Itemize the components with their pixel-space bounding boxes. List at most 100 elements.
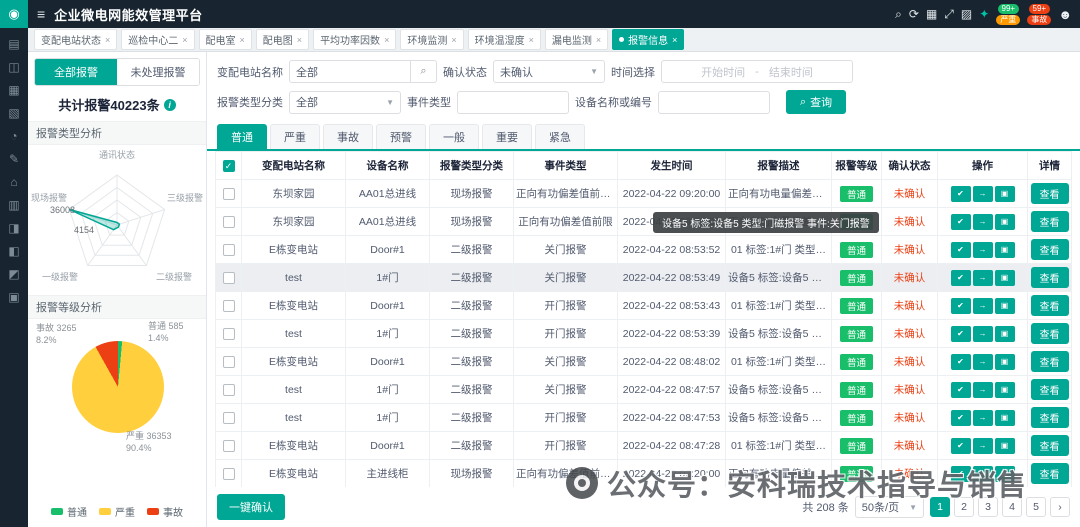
table-row[interactable]: test 1#门 二级报警 开门报警 2022-04-22 08:53:39 设备5 标签…: [215, 319, 1072, 348]
device-name-input[interactable]: [658, 90, 770, 114]
confirm-action-button[interactable]: ✔: [950, 437, 971, 454]
confirm-action-button[interactable]: ✔: [950, 409, 971, 426]
sidebar-icon-energy[interactable]: ◩: [8, 268, 19, 280]
view-detail-button[interactable]: 查看: [1030, 267, 1069, 288]
record-action-button[interactable]: ▣: [994, 213, 1015, 230]
goto-action-button[interactable]: →: [972, 325, 993, 342]
nav-tab[interactable]: 平均功率因数 ×: [313, 29, 397, 50]
page-button-4[interactable]: 4: [1002, 497, 1022, 517]
view-detail-button[interactable]: 查看: [1030, 323, 1069, 344]
goto-action-button[interactable]: →: [972, 465, 993, 482]
row-checkbox[interactable]: [222, 327, 235, 340]
record-action-button[interactable]: ▣: [994, 325, 1015, 342]
goto-action-button[interactable]: →: [972, 409, 993, 426]
category-tab-普通[interactable]: 普通: [217, 124, 267, 149]
sidebar-icon-device[interactable]: ◧: [8, 245, 19, 257]
row-checkbox[interactable]: [222, 411, 235, 424]
record-action-button[interactable]: ▣: [994, 241, 1015, 258]
confirm-action-button[interactable]: ✔: [950, 269, 971, 286]
event-type-input[interactable]: [457, 90, 569, 114]
close-tab-icon[interactable]: ×: [672, 35, 677, 45]
confirm-status-select[interactable]: 未确认 ▼: [493, 60, 605, 83]
close-tab-icon[interactable]: ×: [384, 35, 389, 45]
category-tab-事故[interactable]: 事故: [323, 124, 373, 149]
time-range-picker[interactable]: 开始时间 - 结束时间: [661, 60, 853, 83]
view-detail-button[interactable]: 查看: [1030, 379, 1069, 400]
table-row[interactable]: E栋变电站 Door#1 二级报警 开门报警 2022-04-22 08:53:43 01…: [215, 291, 1072, 320]
confirm-action-button[interactable]: ✔: [950, 381, 971, 398]
confirm-action-button[interactable]: ✔: [950, 185, 971, 202]
confirm-action-button[interactable]: ✔: [950, 353, 971, 370]
sidebar-icon-list[interactable]: ▥: [8, 199, 19, 211]
goto-action-button[interactable]: →: [972, 213, 993, 230]
row-checkbox[interactable]: [222, 299, 235, 312]
goto-action-button[interactable]: →: [972, 437, 993, 454]
row-checkbox[interactable]: [222, 467, 235, 480]
view-detail-button[interactable]: 查看: [1030, 295, 1069, 316]
sidebar-icon-monitor[interactable]: ◫: [8, 61, 19, 73]
goto-action-button[interactable]: →: [972, 381, 993, 398]
row-checkbox[interactable]: [222, 355, 235, 368]
nav-tab[interactable]: 环境温湿度 ×: [467, 29, 541, 50]
screenshot-icon[interactable]: ▨: [961, 7, 972, 21]
info-icon[interactable]: i: [163, 98, 176, 111]
confirm-action-button[interactable]: ✔: [950, 325, 971, 342]
search-icon[interactable]: ⌕: [895, 7, 902, 22]
record-action-button[interactable]: ▣: [994, 437, 1015, 454]
category-tab-紧急[interactable]: 紧急: [535, 124, 585, 149]
confirm-all-button[interactable]: 一键确认: [217, 494, 285, 520]
sidebar-icon-settings[interactable]: ▣: [8, 291, 19, 303]
confirm-action-button[interactable]: ✔: [950, 241, 971, 258]
view-detail-button[interactable]: 查看: [1030, 239, 1069, 260]
row-checkbox[interactable]: [222, 439, 235, 452]
confirm-action-button[interactable]: ✔: [950, 465, 971, 482]
nav-tab[interactable]: 报警信息 ×: [612, 29, 685, 50]
table-row[interactable]: 东坝家园 AA01总进线 现场报警 正向有功偏差值前限… 2022-04-22 09:2…: [215, 179, 1072, 208]
confirm-action-button[interactable]: ✔: [950, 297, 971, 314]
table-row[interactable]: test 1#门 二级报警 关门报警 2022-04-22 08:47:57 设备5 标签…: [215, 375, 1072, 404]
record-action-button[interactable]: ▣: [994, 409, 1015, 426]
row-checkbox[interactable]: [222, 187, 235, 200]
goto-action-button[interactable]: →: [972, 185, 993, 202]
page-button-5[interactable]: 5: [1026, 497, 1046, 517]
nav-tab[interactable]: 漏电监测 ×: [544, 29, 609, 50]
next-page-button[interactable]: ›: [1050, 497, 1070, 517]
fullscreen-icon[interactable]: ⤢: [944, 7, 954, 22]
view-detail-button[interactable]: 查看: [1030, 407, 1069, 428]
alarm-type-select[interactable]: 全部 ▼: [289, 90, 401, 114]
page-size-select[interactable]: 50条/页 ▼: [854, 496, 924, 518]
sidebar-icon-edit[interactable]: ✎: [9, 153, 19, 165]
record-action-button[interactable]: ▣: [994, 269, 1015, 286]
goto-action-button[interactable]: →: [972, 297, 993, 314]
menu-toggle-icon[interactable]: ≡: [37, 6, 45, 22]
category-tab-严重[interactable]: 严重: [270, 124, 320, 149]
close-tab-icon[interactable]: ×: [451, 35, 456, 45]
row-checkbox[interactable]: [222, 243, 235, 256]
close-tab-icon[interactable]: ×: [297, 35, 302, 45]
tab-all-alarms[interactable]: 全部报警: [35, 59, 117, 85]
record-action-button[interactable]: ▣: [994, 297, 1015, 314]
table-row[interactable]: E栋变电站 Door#1 二级报警 开门报警 2022-04-22 08:47:28 01…: [215, 431, 1072, 460]
record-action-button[interactable]: ▣: [994, 465, 1015, 482]
nav-tab[interactable]: 配电室 ×: [198, 29, 252, 50]
table-row[interactable]: test 1#门 二级报警 开门报警 2022-04-22 08:47:53 设备5 标签…: [215, 403, 1072, 432]
sidebar-icon-chart[interactable]: ▧: [8, 107, 19, 119]
goto-action-button[interactable]: →: [972, 269, 993, 286]
goto-action-button[interactable]: →: [972, 241, 993, 258]
tab-unhandled-alarms[interactable]: 未处理报警: [117, 59, 199, 85]
view-detail-button[interactable]: 查看: [1030, 435, 1069, 456]
category-tab-一般[interactable]: 一般: [429, 124, 479, 149]
nav-tab[interactable]: 配电图 ×: [255, 29, 310, 50]
table-row[interactable]: E栋变电站 Door#1 二级报警 关门报警 2022-04-22 08:48:02 01…: [215, 347, 1072, 376]
sidebar-icon-dashboard[interactable]: ▤: [8, 38, 19, 50]
category-tab-预警[interactable]: 预警: [376, 124, 426, 149]
grid-icon[interactable]: ▦: [926, 7, 937, 21]
page-button-1[interactable]: 1: [930, 497, 950, 517]
record-action-button[interactable]: ▣: [994, 381, 1015, 398]
close-tab-icon[interactable]: ×: [105, 35, 110, 45]
sidebar-icon-home[interactable]: ⌂: [10, 176, 17, 188]
table-row[interactable]: 东坝家园AA01总进线现场报警正向有功偏差值前限2022-04-22 09:20…: [215, 207, 1072, 236]
record-action-button[interactable]: ▣: [994, 353, 1015, 370]
goto-action-button[interactable]: →: [972, 353, 993, 370]
user-avatar-icon[interactable]: ☻: [1058, 7, 1072, 22]
